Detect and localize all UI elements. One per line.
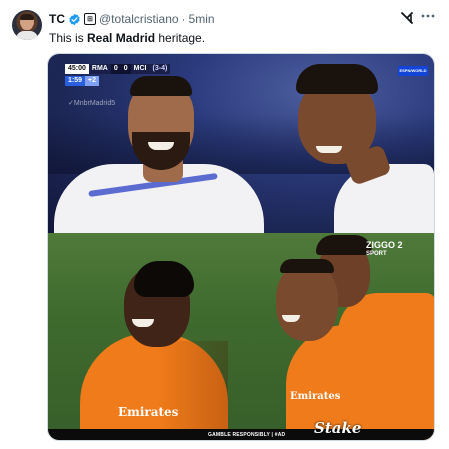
home-team: RMA xyxy=(88,64,111,74)
watermark-text: ✓MnbrMadrid5 xyxy=(68,100,116,107)
author-avatar[interactable] xyxy=(12,10,42,40)
tweet[interactable]: TC ⊞ @totalcristiano · 5min This is Real… xyxy=(0,0,449,449)
ziggo-number: 2 xyxy=(397,240,403,250)
timestamp[interactable]: 5min xyxy=(189,12,215,26)
stoppage-clock: 1:59 xyxy=(65,76,86,86)
scoreboard: 45:00 RMA 0 0 MCI (3-4) xyxy=(65,64,171,74)
tweet-text-suffix: heritage. xyxy=(155,31,206,45)
more-options-icon[interactable] xyxy=(420,8,436,24)
sponsor-text-center: Emirates xyxy=(290,391,341,402)
player-head-center xyxy=(276,263,338,341)
away-score: 0 xyxy=(120,64,131,74)
gamble-responsibly-text: GAMBLE RESPONSIBLY | #AD xyxy=(208,432,286,438)
ziggo-line1: ZIGGO xyxy=(366,240,395,250)
sponsor-text-left: Emirates xyxy=(118,405,179,419)
broadcaster-badge: ESPN/WORLD xyxy=(398,66,428,76)
author-name[interactable]: TC xyxy=(49,12,65,26)
added-time: +2 xyxy=(85,76,99,86)
separator-dot: · xyxy=(181,12,186,26)
tweet-text: This is Real Madrid heritage. xyxy=(49,31,205,45)
tweet-header: TC ⊞ @totalcristiano · 5min xyxy=(49,11,215,27)
tweet-media-image[interactable]: 45:00 RMA 0 0 MCI (3-4) 1:59 +2 ✓MnbrMad… xyxy=(47,53,435,441)
stoppage-time: 1:59 +2 xyxy=(65,76,99,86)
tweet-text-bold: Real Madrid xyxy=(87,31,156,45)
author-handle[interactable]: @totalcristiano xyxy=(99,12,179,26)
bottom-photo-panel: ZIGGO 2 SPORT Emirates Emirates GAMBLE R… xyxy=(48,233,434,440)
away-team: MCI xyxy=(130,64,150,74)
home-score: 0 xyxy=(110,64,121,74)
aggregate-score: (3-4) xyxy=(149,64,171,74)
top-photo-panel: 45:00 RMA 0 0 MCI (3-4) 1:59 +2 ✓MnbrMad… xyxy=(48,54,434,233)
grok-icon[interactable] xyxy=(399,10,415,26)
ziggo-sport-logo: ZIGGO 2 SPORT xyxy=(366,241,403,259)
match-clock: 45:00 xyxy=(65,64,89,74)
tweet-text-prefix: This is xyxy=(49,31,88,45)
stake-logo: Stake xyxy=(314,419,362,437)
affiliate-badge-icon: ⊞ xyxy=(84,13,96,25)
verified-badge-icon xyxy=(69,13,80,25)
ziggo-line2: SPORT xyxy=(366,251,387,257)
